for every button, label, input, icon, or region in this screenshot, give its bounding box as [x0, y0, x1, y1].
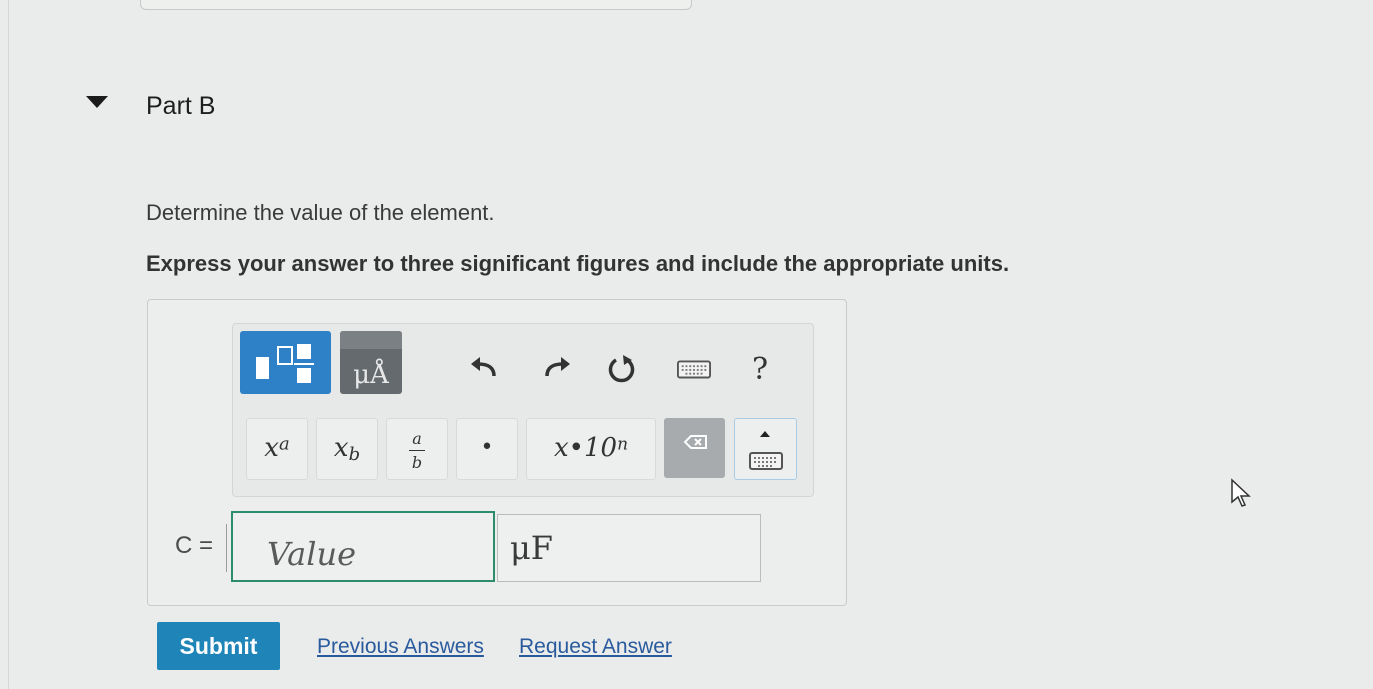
help-label: ? [752, 352, 769, 387]
undo-icon[interactable] [467, 352, 501, 386]
keyboard-toggle-key[interactable] [734, 418, 797, 480]
units-button-label: μÅ [353, 360, 389, 390]
fraction-bar [409, 450, 425, 451]
redo-icon[interactable] [540, 352, 574, 386]
value-input[interactable] [231, 511, 495, 582]
superscript-key[interactable]: xa [246, 418, 308, 480]
collapse-toggle-icon[interactable] [86, 96, 108, 108]
units-button-header [340, 331, 402, 349]
answer-instruction: Express your answer to three significant… [146, 251, 1010, 276]
templates-icon-box [277, 346, 293, 365]
keyboard-toggle-icon [749, 431, 783, 470]
units-input[interactable]: μF [497, 514, 761, 582]
part-title: Part B [146, 92, 216, 120]
dot-key[interactable]: • [456, 418, 518, 480]
templates-button[interactable] [240, 331, 331, 394]
delete-key[interactable] [664, 418, 725, 478]
templates-icon-numerator [297, 344, 311, 359]
fraction-numerator: a [412, 429, 422, 448]
keyboard-icon[interactable] [677, 352, 713, 386]
subscript-key[interactable]: xb [316, 418, 378, 480]
request-answer-link[interactable]: Request Answer [519, 635, 672, 659]
caret-line [226, 524, 227, 572]
templates-icon-denominator [297, 368, 311, 383]
fraction-key[interactable]: a b [386, 418, 448, 480]
subscript-base: x [333, 433, 349, 463]
submit-button[interactable]: Submit [157, 622, 280, 670]
help-button[interactable]: ? [752, 352, 786, 387]
superscript-base: x [264, 433, 279, 463]
sci-notation-base: x•10 [553, 433, 618, 463]
previous-part-frame [140, 0, 692, 10]
fraction-denominator: b [411, 453, 423, 472]
question-prompt: Determine the value of the element. [146, 200, 495, 225]
dot-label: • [480, 435, 494, 460]
backspace-icon [683, 435, 707, 449]
reset-icon[interactable] [605, 352, 639, 386]
scientific-notation-key[interactable]: x•10n [526, 418, 656, 480]
templates-icon-fraction-bar [294, 363, 314, 365]
superscript-exponent: a [278, 433, 290, 455]
previous-answers-link[interactable]: Previous Answers [317, 635, 484, 659]
left-border-rule [8, 0, 9, 689]
subscript-index: b [348, 444, 361, 466]
sci-notation-exponent: n [617, 434, 629, 455]
templates-icon-block [256, 357, 269, 379]
mouse-cursor-icon [1230, 478, 1252, 508]
units-button[interactable]: μÅ [340, 331, 402, 394]
variable-label: C = [175, 532, 214, 559]
